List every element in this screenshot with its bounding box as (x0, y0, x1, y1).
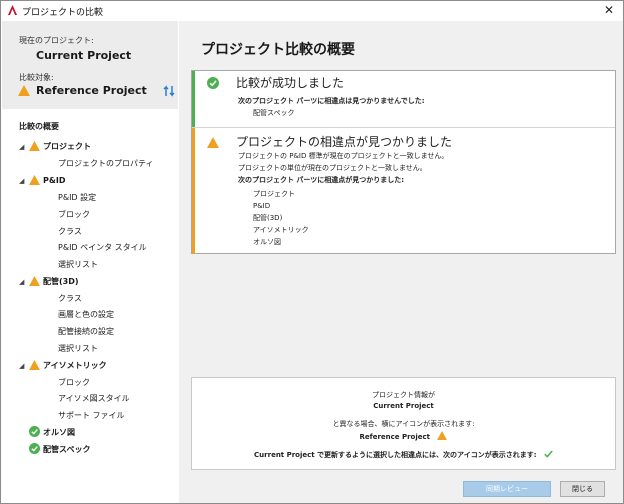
compare-target-value: Reference Project (36, 84, 147, 97)
tree-item-pid-picklist[interactable]: 選択リスト (58, 258, 98, 272)
tree-item-label: クラス (58, 227, 82, 236)
page-title: プロジェクト比較の概要 (201, 42, 355, 58)
success-item: 配管スペック (253, 109, 295, 117)
warning-icon (29, 360, 40, 370)
warning-section: プロジェクトの相違点が見つかりました プロジェクトの P&ID 標準が現在のプロ… (192, 128, 615, 254)
tree-item-piping-picklist[interactable]: 選択リスト (58, 342, 98, 356)
warning-header: プロジェクトの相違点が見つかりました (236, 135, 453, 149)
tree-item-label: 配管(3D) (43, 277, 79, 286)
success-section: 比較が成功しました 次のプロジェクト パーツに相違点は見つかりませんでした: 配… (192, 71, 615, 127)
tree-item-pid-classes[interactable]: クラス (58, 225, 82, 239)
compare-projects-window: プロジェクトの比較 ✕ 現在のプロジェクト: Current Project 比… (0, 0, 624, 504)
tree-item-label: プロジェクト (43, 142, 91, 151)
legend-line: プロジェクト情報が (372, 391, 435, 399)
tree-item-label: クラス (58, 294, 82, 303)
tree-item-label: 配管接続の設定 (58, 327, 114, 336)
legend-sync-row: Current Project で更新するように選択した相違点には、次のアイコン… (192, 450, 615, 460)
tree-item-project-properties[interactable]: プロジェクトのプロパティ (58, 157, 154, 171)
tree-item-support-files[interactable]: サポート ファイル (58, 409, 125, 423)
legend-current-project: Current Project (373, 402, 434, 410)
warning-text-units: プロジェクトの単位が現在のプロジェクトと一致しません。 (238, 164, 427, 172)
expand-arrow-icon[interactable]: ◢ (19, 174, 29, 188)
tree-item-label: P&ID ペインタ スタイル (58, 243, 147, 252)
expand-arrow-icon[interactable]: ◢ (19, 140, 29, 154)
expand-arrow-icon[interactable]: ◢ (19, 359, 29, 373)
legend-line: と異なる場合、横にアイコンが表示されます: (332, 420, 475, 428)
tree-item-label: ブロック (58, 210, 90, 219)
results-panel: 比較が成功しました 次のプロジェクト パーツに相違点は見つかりませんでした: 配… (191, 70, 616, 254)
warning-icon (207, 137, 219, 148)
window-title: プロジェクトの比較 (22, 8, 104, 18)
tree-item-isometric[interactable]: ◢ アイソメトリック (19, 359, 107, 373)
warning-icon (29, 175, 40, 185)
tree-item-label: 選択リスト (58, 260, 98, 269)
current-project-label: 現在のプロジェクト: (19, 36, 94, 45)
tree-item-label: P&ID (43, 176, 66, 185)
tree-item-label: 選択リスト (58, 344, 98, 353)
tree-item-label: 配管スペック (43, 445, 91, 454)
check-icon (207, 77, 219, 89)
warning-item: オルソ図 (253, 238, 281, 246)
tree-item-label: アイソメトリック (43, 361, 107, 370)
tree-item-piping-3d[interactable]: ◢ 配管(3D) (19, 275, 79, 289)
tree-item-piping-classes[interactable]: クラス (58, 292, 82, 306)
tree-item-piping-spec[interactable]: 配管スペック (29, 443, 90, 457)
expand-arrow-icon[interactable]: ◢ (19, 275, 29, 289)
main-content: プロジェクト比較の概要 比較が成功しました 次のプロジェクト パーツに相違点は見… (179, 21, 623, 503)
tree-item-pid-painter-style[interactable]: P&ID ペインタ スタイル (58, 241, 147, 255)
close-icon[interactable]: ✕ (601, 2, 617, 18)
project-info-box: 現在のプロジェクト: Current Project 比較対象: Referen… (2, 21, 178, 109)
close-button[interactable]: 閉じる (560, 481, 605, 497)
tree-item-connection-settings[interactable]: 配管接続の設定 (58, 325, 114, 339)
check-icon (29, 426, 40, 437)
warning-icon (29, 141, 40, 151)
current-project-value: Current Project (36, 49, 132, 62)
legend-reference-row: Reference Project (192, 431, 615, 441)
tree-item-project[interactable]: ◢ プロジェクト (19, 140, 91, 154)
warning-icon (18, 85, 30, 96)
tree-item-pid-settings[interactable]: P&ID 設定 (58, 191, 96, 205)
title-bar: プロジェクトの比較 ✕ (1, 1, 623, 21)
tree-item-iso-style[interactable]: アイソメ図スタイル (58, 392, 130, 406)
warning-icon (437, 431, 448, 440)
tree-item-iso-blocks[interactable]: ブロック (58, 376, 90, 390)
warning-text-parts: 次のプロジェクト パーツに相違点が見つかりました: (238, 176, 405, 184)
tree-item-label: サポート ファイル (58, 411, 125, 420)
sidebar: 現在のプロジェクト: Current Project 比較対象: Referen… (2, 21, 178, 503)
summary-label: 比較の概要 (19, 122, 59, 131)
legend-sync-text: Current Project で更新するように選択した相違点には、次のアイコン… (254, 451, 537, 459)
tree-item-pid[interactable]: ◢ P&ID (19, 174, 65, 188)
legend-panel: プロジェクト情報が Current Project と異なる場合、横にアイコンが… (191, 377, 616, 470)
compare-target-label: 比較対象: (19, 73, 54, 82)
warning-icon (29, 276, 40, 286)
warning-item: 配管(3D) (253, 214, 283, 222)
tree-item-label: 画層と色の設定 (58, 310, 114, 319)
warning-item: プロジェクト (253, 190, 295, 198)
warning-text-pid: プロジェクトの P&ID 標準が現在のプロジェクトと一致しません。 (238, 152, 449, 160)
tree-item-label: アイソメ図スタイル (58, 394, 130, 403)
success-text: 次のプロジェクト パーツに相違点は見つかりませんでした: (238, 97, 425, 105)
warning-item: アイソメトリック (253, 226, 309, 234)
tree-item-label: プロジェクトのプロパティ (58, 159, 154, 168)
tree-item-label: ブロック (58, 378, 90, 387)
check-icon (29, 443, 40, 454)
tree-item-label: P&ID 設定 (58, 193, 97, 202)
tree-item-layer-color[interactable]: 画層と色の設定 (58, 308, 114, 322)
tree-item-pid-blocks[interactable]: ブロック (58, 208, 90, 222)
tree-item-label: オルソ図 (43, 428, 75, 437)
sync-review-button[interactable]: 同期レビュー (463, 481, 551, 497)
autocad-app-icon (7, 4, 18, 16)
success-header: 比較が成功しました (236, 76, 345, 90)
tree-item-ortho[interactable]: オルソ図 (29, 426, 75, 440)
swap-projects-icon[interactable] (162, 84, 176, 98)
legend-reference-project: Reference Project (359, 433, 431, 441)
warning-item: P&ID (253, 202, 271, 210)
checkmark-icon (544, 450, 553, 458)
